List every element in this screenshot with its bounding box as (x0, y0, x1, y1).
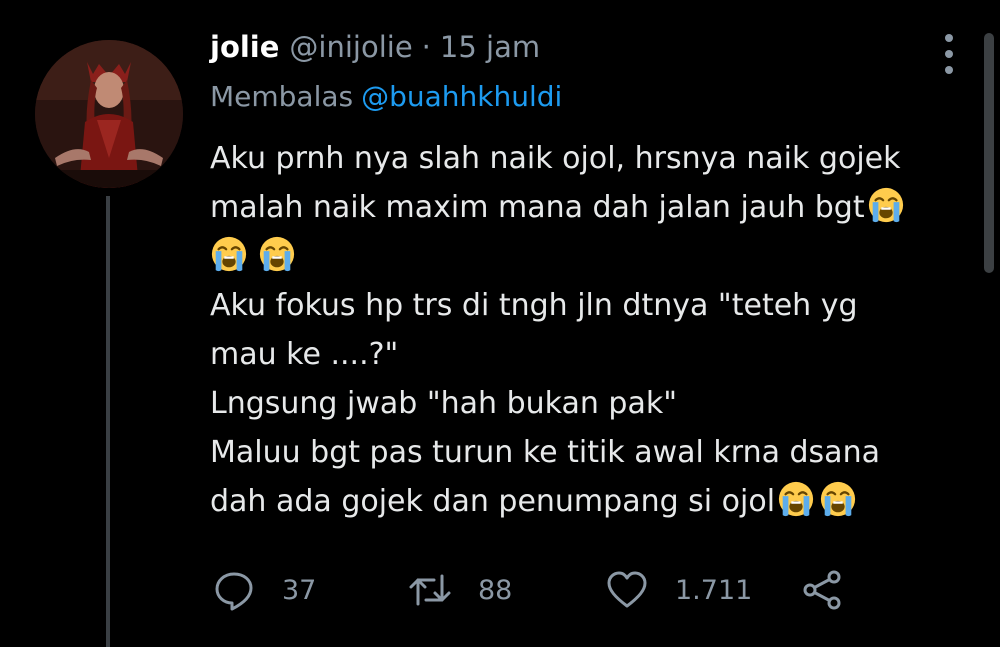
tweet-line: Lngsung jwab "hah bukan pak" (210, 386, 678, 421)
tweet-line: Aku prnh nya slah naik ojol, hrsnya naik… (210, 141, 901, 176)
tweet-header: jolie @inijolie · 15 jam (210, 30, 970, 74)
tweet-line: dah ada gojek dan penumpang si ojol (210, 477, 970, 526)
tweet-line-text: malah naik maxim mana dah jalan jauh bgt (210, 190, 865, 225)
more-options-button[interactable] (935, 28, 963, 80)
user-handle[interactable]: @inijolie (289, 30, 412, 64)
reply-icon (215, 572, 253, 611)
retweet-count: 88 (478, 574, 513, 606)
reply-count: 37 (282, 574, 317, 606)
tweet[interactable]: jolie @inijolie · 15 jam Membalas @buahhk… (0, 0, 1000, 647)
replying-mention-link[interactable]: @buahhkhuldi (361, 80, 562, 113)
tweet-text: Aku prnh nya slah naik ojol, hrsnya naik… (210, 134, 970, 526)
tweet-line: malah naik maxim mana dah jalan jauh bgt (210, 183, 970, 232)
crying-emoji-icon (258, 235, 296, 273)
like-button[interactable]: 1.711 (605, 565, 752, 615)
crying-emoji-icon (819, 480, 857, 518)
more-vertical-icon (945, 34, 953, 74)
action-bar: 37 88 1.711 (0, 565, 1000, 615)
reply-button[interactable]: 37 (212, 565, 316, 615)
crying-emoji-icon (210, 235, 248, 273)
avatar[interactable] (35, 40, 183, 188)
tweet-line (210, 232, 970, 281)
avatar-image (35, 40, 183, 188)
share-icon (803, 570, 841, 610)
replying-prefix: Membalas (210, 80, 354, 113)
crying-emoji-icon (867, 186, 905, 224)
share-button[interactable] (800, 565, 844, 615)
retweet-button[interactable]: 88 (408, 565, 512, 615)
tweet-content: jolie @inijolie · 15 jam Membalas @buahhk… (210, 30, 970, 526)
display-name[interactable]: jolie (210, 30, 279, 64)
heart-icon (607, 571, 647, 608)
scrollbar-thumb[interactable] (984, 33, 994, 273)
timestamp[interactable]: 15 jam (440, 30, 540, 64)
tweet-line: Maluu bgt pas turun ke titik awal krna d… (210, 435, 880, 470)
separator-dot: · (421, 30, 431, 64)
tweet-line: Aku fokus hp trs di tngh jln dtnya "tete… (210, 288, 858, 323)
retweet-icon (409, 574, 451, 606)
crying-emoji-icon (777, 480, 815, 518)
like-count: 1.711 (675, 574, 753, 606)
tweet-line: mau ke ....?" (210, 337, 399, 372)
tweet-line-text: dah ada gojek dan penumpang si ojol (210, 484, 776, 519)
replying-to: Membalas @buahhkhuldi (210, 80, 970, 122)
